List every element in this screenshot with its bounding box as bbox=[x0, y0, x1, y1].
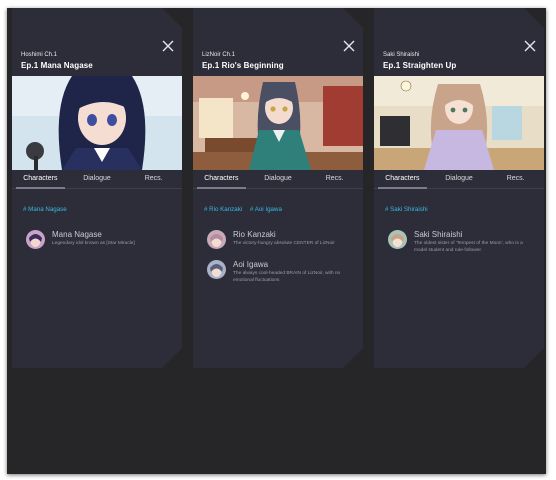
tab-dialogue[interactable]: Dialogue bbox=[69, 170, 126, 188]
card-header: Hoshimi Ch.1 Ep.1 Mana Nagase bbox=[12, 8, 182, 76]
card-header: LizNoir Ch.1 Ep.1 Rio's Beginning bbox=[193, 8, 363, 76]
episode-thumbnail bbox=[374, 76, 544, 170]
card-tabs: Characters Dialogue Recs. bbox=[12, 170, 182, 189]
close-icon[interactable] bbox=[343, 40, 355, 52]
character-description: The always cool-headed BRAIN of LizNoir,… bbox=[233, 271, 341, 283]
tab-recs[interactable]: Recs. bbox=[125, 170, 182, 188]
tag-mana-nagase[interactable]: # Mana Nagase bbox=[23, 206, 67, 213]
story-card-rio: LizNoir Ch.1 Ep.1 Rio's Beginning Charac… bbox=[193, 8, 363, 368]
character-description: The victory-hungry absolute CENTER of Li… bbox=[233, 241, 335, 246]
card-subtitle: Hoshimi Ch.1 bbox=[21, 52, 58, 58]
character-name: Rio Kanzaki bbox=[233, 230, 276, 239]
tag-aoi-igawa[interactable]: # Aoi Igawa bbox=[250, 206, 282, 213]
avatar bbox=[388, 230, 407, 249]
tab-dialogue[interactable]: Dialogue bbox=[250, 170, 307, 188]
tag-saki-shiraishi[interactable]: # Saki Shiraishi bbox=[385, 206, 428, 213]
story-card-saki: Saki Shiraishi Ep.1 Straighten Up Charac… bbox=[374, 8, 544, 368]
character-name: Mana Nagase bbox=[52, 230, 102, 239]
tag-rio-kanzaki[interactable]: # Rio Kanzaki bbox=[204, 206, 242, 213]
character-tags: # Saki Shiraishi bbox=[385, 206, 434, 213]
card-header: Saki Shiraishi Ep.1 Straighten Up bbox=[374, 8, 544, 76]
card-subtitle: Saki Shiraishi bbox=[383, 52, 420, 58]
episode-thumbnail bbox=[193, 76, 363, 170]
card-tabs: Characters Dialogue Recs. bbox=[193, 170, 363, 189]
character-tags: # Rio Kanzaki # Aoi Igawa bbox=[204, 206, 288, 213]
character-item[interactable]: Saki Shiraishi The oldest sister of 'Tem… bbox=[388, 230, 538, 256]
tab-characters[interactable]: Characters bbox=[374, 170, 431, 189]
tab-characters[interactable]: Characters bbox=[12, 170, 69, 189]
card-subtitle: LizNoir Ch.1 bbox=[202, 52, 236, 58]
character-name: Aoi Igawa bbox=[233, 260, 269, 269]
card-title: Ep.1 Straighten Up bbox=[383, 61, 457, 70]
character-item[interactable]: Mana Nagase Legendary idol known as [Sta… bbox=[26, 230, 176, 256]
character-description: Legendary idol known as [Star Miracle] bbox=[52, 241, 135, 246]
tab-recs[interactable]: Recs. bbox=[306, 170, 363, 188]
tab-characters[interactable]: Characters bbox=[193, 170, 250, 189]
close-icon[interactable] bbox=[162, 40, 174, 52]
tab-dialogue[interactable]: Dialogue bbox=[431, 170, 488, 188]
character-tags: # Mana Nagase bbox=[23, 206, 73, 213]
card-title: Ep.1 Rio's Beginning bbox=[202, 61, 284, 70]
avatar bbox=[26, 230, 45, 249]
avatar bbox=[207, 230, 226, 249]
episode-thumbnail bbox=[12, 76, 182, 170]
character-item[interactable]: Aoi Igawa The always cool-headed BRAIN o… bbox=[207, 260, 357, 286]
tab-recs[interactable]: Recs. bbox=[487, 170, 544, 188]
story-card-mana: Hoshimi Ch.1 Ep.1 Mana Nagase Characters… bbox=[12, 8, 182, 368]
character-name: Saki Shiraishi bbox=[414, 230, 463, 239]
character-item[interactable]: Rio Kanzaki The victory-hungry absolute … bbox=[207, 230, 357, 256]
character-description: The oldest sister of 'Tempest of the Moo… bbox=[414, 241, 523, 253]
close-icon[interactable] bbox=[524, 40, 536, 52]
app-frame: Hoshimi Ch.1 Ep.1 Mana Nagase Characters… bbox=[7, 8, 546, 474]
card-title: Ep.1 Mana Nagase bbox=[21, 61, 93, 70]
card-tabs: Characters Dialogue Recs. bbox=[374, 170, 544, 189]
avatar bbox=[207, 260, 226, 279]
